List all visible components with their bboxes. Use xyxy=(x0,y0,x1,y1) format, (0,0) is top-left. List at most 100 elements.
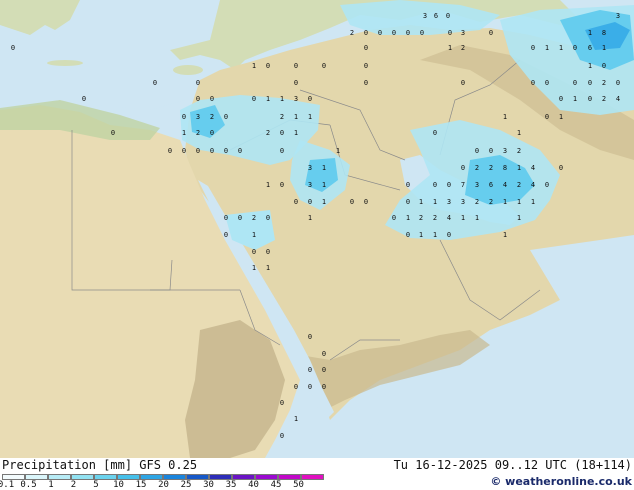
precip-value-label: 0 xyxy=(294,79,298,87)
precip-value-label: 0 xyxy=(280,399,284,407)
precip-value-label: 1 xyxy=(419,231,423,239)
precip-value-label: 0 xyxy=(447,231,451,239)
precip-value-label: 1 xyxy=(531,198,535,206)
precip-value-label: 0 xyxy=(545,181,549,189)
scale-label: 15 xyxy=(135,480,147,490)
precip-value-label: 0 xyxy=(210,147,214,155)
precip-value-label: 0 xyxy=(266,214,270,222)
precip-value-label: 3 xyxy=(461,29,465,37)
precip-value-label: 0 xyxy=(153,79,157,87)
precip-value-label: 0 xyxy=(224,147,228,155)
precip-value-label: 0 xyxy=(280,147,284,155)
precip-value-label: 0 xyxy=(364,79,368,87)
legend-footer: Precipitation [mm] GFS 0.25 Tu 16-12-202… xyxy=(0,458,634,490)
precip-value-label: 2 xyxy=(266,129,270,137)
precip-value-label: 1 xyxy=(503,231,507,239)
precip-value-label: 1 xyxy=(322,181,326,189)
precip-value-label: 0 xyxy=(210,129,214,137)
precip-value-label: 0 xyxy=(308,198,312,206)
precip-value-label: 0 xyxy=(350,198,354,206)
precip-value-label: 2 xyxy=(280,113,284,121)
scale-label: 0.1 xyxy=(0,480,15,490)
scale-label: 1 xyxy=(48,480,54,490)
precip-value-label: 0 xyxy=(559,164,563,172)
precip-value-label: 2 xyxy=(475,198,479,206)
precip-value-label: 3 xyxy=(196,113,200,121)
precip-value-label: 0 xyxy=(238,214,242,222)
credit-link[interactable]: © weatheronline.co.uk xyxy=(490,475,632,488)
precip-value-label: 1 xyxy=(448,44,452,52)
precip-value-label: 0 xyxy=(573,79,577,87)
precip-value-label: 0 xyxy=(308,95,312,103)
precip-value-label: 0 xyxy=(11,44,15,52)
precip-value-label: 0 xyxy=(489,147,493,155)
precip-value-label: 2 xyxy=(602,95,606,103)
precip-value-label: 0 xyxy=(392,214,396,222)
precip-value-label: 1 xyxy=(517,198,521,206)
precip-value-label: 4 xyxy=(447,214,451,222)
color-scale-labels: 0.1 0.5 1 2 5 10 15 20 25 30 35 40 45 50 xyxy=(0,480,340,490)
crete xyxy=(47,60,83,66)
precip-value-label: 0 xyxy=(308,366,312,374)
precipitation-map: 3603200000030180012011061100001000000000… xyxy=(0,0,634,458)
precip-value-label: 1 xyxy=(545,44,549,52)
precip-value-label: 2 xyxy=(517,181,521,189)
precip-value-label: 0 xyxy=(588,79,592,87)
precip-value-label: 0 xyxy=(447,181,451,189)
scale-label: 35 xyxy=(225,480,237,490)
precip-value-label: 0 xyxy=(294,383,298,391)
precip-value-label: 0 xyxy=(224,113,228,121)
precip-value-label: 0 xyxy=(433,129,437,137)
precip-value-label: 0 xyxy=(196,95,200,103)
scale-label: 20 xyxy=(158,480,169,490)
precip-value-label: 1 xyxy=(336,147,340,155)
precip-value-label: 0 xyxy=(461,79,465,87)
precip-value-label: 1 xyxy=(182,129,186,137)
precip-value-label: 1 xyxy=(559,44,563,52)
precip-value-label: 0 xyxy=(420,29,424,37)
precip-value-label: 1 xyxy=(266,264,270,272)
precip-value-label: 6 xyxy=(489,181,493,189)
precip-value-label: 8 xyxy=(503,164,507,172)
precip-value-label: 0 xyxy=(406,231,410,239)
precip-value-label: 1 xyxy=(517,164,521,172)
precip-value-label: 0 xyxy=(224,214,228,222)
precip-value-label: 2 xyxy=(210,113,214,121)
precip-value-label: 0 xyxy=(364,198,368,206)
precip-value-label: 0 xyxy=(392,29,396,37)
scale-label: 10 xyxy=(113,480,124,490)
precip-value-label: 0 xyxy=(308,383,312,391)
precip-value-label: 0 xyxy=(364,29,368,37)
precip-value-label: 0 xyxy=(322,350,326,358)
precip-value-label: 0 xyxy=(111,129,115,137)
precip-value-label: 1 xyxy=(280,95,284,103)
precip-value-label: 0 xyxy=(573,44,577,52)
precip-value-label: 3 xyxy=(475,181,479,189)
precip-value-label: 3 xyxy=(294,95,298,103)
precip-value-label: 1 xyxy=(419,198,423,206)
precip-value-label: 0 xyxy=(280,181,284,189)
precip-value-label: 0 xyxy=(322,366,326,374)
precip-value-label: 0 xyxy=(448,29,452,37)
precip-value-label: 1 xyxy=(294,129,298,137)
precip-value-label: 7 xyxy=(461,181,465,189)
scale-label: 5 xyxy=(93,480,99,490)
precip-value-label: 4 xyxy=(531,164,535,172)
precip-value-label: 0 xyxy=(182,147,186,155)
precip-value-label: 1 xyxy=(308,214,312,222)
precip-value-label: 1 xyxy=(294,113,298,121)
precip-value-label: 0 xyxy=(294,62,298,70)
precip-value-label: 0 xyxy=(182,113,186,121)
scale-label: 45 xyxy=(270,480,282,490)
precip-value-label: 2 xyxy=(489,164,493,172)
precip-value-label: 4 xyxy=(616,95,620,103)
precip-value-label: 0 xyxy=(461,164,465,172)
precip-value-label: 0 xyxy=(224,231,228,239)
precip-value-label: 3 xyxy=(616,12,620,20)
precip-value-label: 0 xyxy=(378,29,382,37)
precip-value-label: 0 xyxy=(406,198,410,206)
precip-value-label: 1 xyxy=(266,95,270,103)
precip-value-label: 1 xyxy=(252,62,256,70)
precip-value-label: 1 xyxy=(252,231,256,239)
precip-value-label: 1 xyxy=(503,113,507,121)
